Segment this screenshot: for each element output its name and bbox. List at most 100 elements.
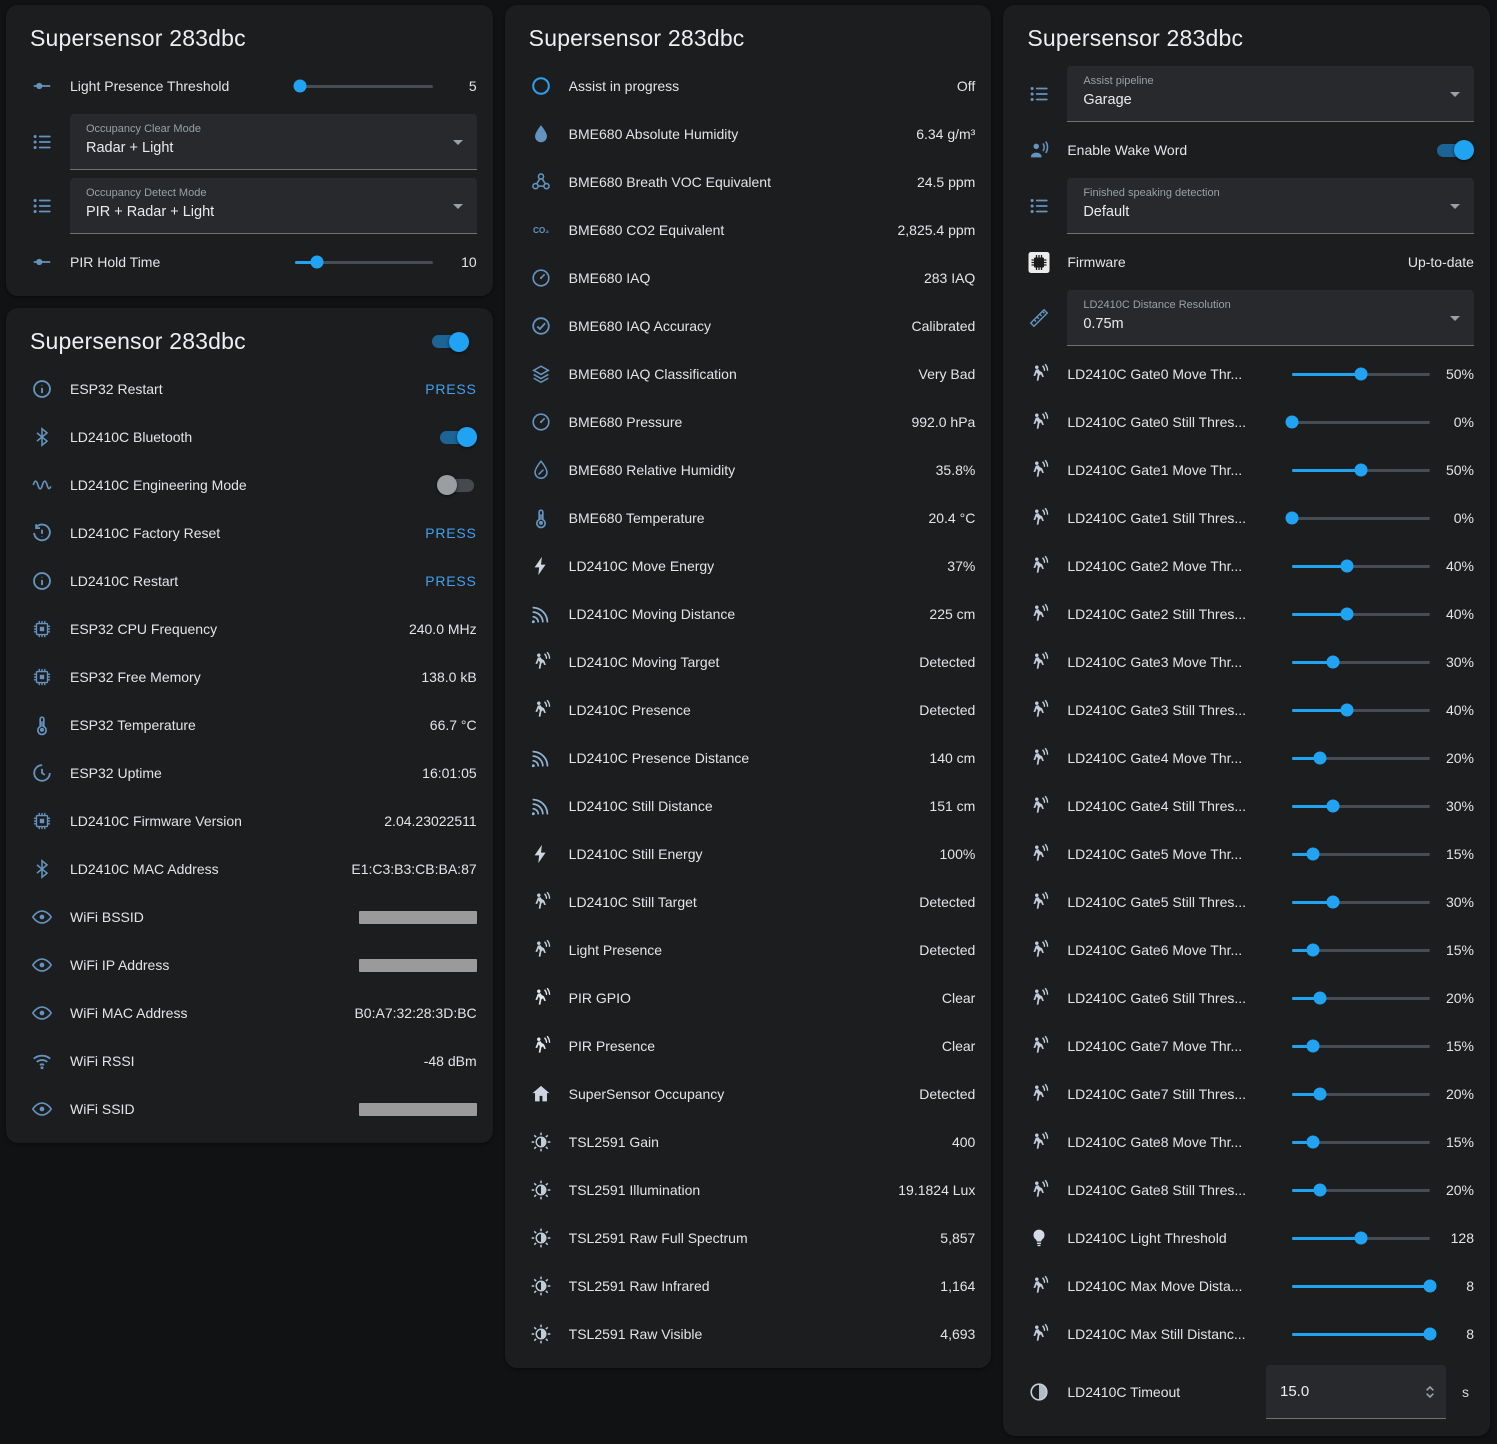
sensor-row[interactable]: ESP32 Uptime16:01:05: [22, 749, 477, 797]
sensor-row[interactable]: ESP32 Free Memory138.0 kB: [22, 653, 477, 701]
select-field[interactable]: Occupancy Clear ModeRadar + Light: [70, 114, 477, 170]
toggle-switch[interactable]: [437, 474, 477, 496]
slider-knob[interactable]: [1306, 1040, 1319, 1053]
sensor-row[interactable]: LD2410C Presence Distance140 cm: [521, 734, 976, 782]
slider[interactable]: [1292, 1175, 1430, 1205]
sensor-row[interactable]: Light PresenceDetected: [521, 926, 976, 974]
slider-knob[interactable]: [1313, 1088, 1326, 1101]
sensor-row[interactable]: TSL2591 Illumination19.1824 Lux: [521, 1166, 976, 1214]
slider-knob[interactable]: [1423, 1280, 1436, 1293]
slider-knob[interactable]: [294, 80, 307, 93]
sensor-row[interactable]: TSL2591 Raw Infrared1,164: [521, 1262, 976, 1310]
select-field[interactable]: Occupancy Detect ModePIR + Radar + Light: [70, 178, 477, 234]
slider[interactable]: [1292, 1223, 1430, 1253]
slider-knob[interactable]: [1341, 608, 1354, 621]
slider[interactable]: [1292, 935, 1430, 965]
slider[interactable]: [1292, 455, 1430, 485]
slider[interactable]: [1292, 407, 1430, 437]
sensor-row[interactable]: LD2410C PresenceDetected: [521, 686, 976, 734]
sensor-row[interactable]: WiFi RSSI-48 dBm: [22, 1037, 477, 1085]
slider[interactable]: [1292, 1319, 1430, 1349]
slider-knob[interactable]: [1306, 848, 1319, 861]
press-button[interactable]: PRESS: [425, 525, 476, 541]
select-field[interactable]: LD2410C Distance Resolution0.75m: [1067, 290, 1474, 346]
card-header-toggle[interactable]: [429, 331, 469, 353]
sensor-row[interactable]: BME680 Relative Humidity35.8%: [521, 446, 976, 494]
sensor-row[interactable]: BME680 Temperature20.4 °C: [521, 494, 976, 542]
sensor-row[interactable]: WiFi IP Address: [22, 941, 477, 989]
sensor-row[interactable]: PIR GPIOClear: [521, 974, 976, 1022]
sensor-row[interactable]: BME680 Breath VOC Equivalent24.5 ppm: [521, 158, 976, 206]
slider[interactable]: [1292, 551, 1430, 581]
slider-knob[interactable]: [1327, 656, 1340, 669]
sensor-row[interactable]: LD2410C Still TargetDetected: [521, 878, 976, 926]
sensor-row[interactable]: WiFi SSID: [22, 1085, 477, 1133]
slider[interactable]: [1292, 839, 1430, 869]
press-button[interactable]: PRESS: [425, 573, 476, 589]
sensor-row[interactable]: BME680 IAQ AccuracyCalibrated: [521, 302, 976, 350]
number-input[interactable]: 15.0: [1266, 1365, 1446, 1419]
toggle-switch[interactable]: [437, 426, 477, 448]
slider-knob[interactable]: [1341, 704, 1354, 717]
stepper-icon[interactable]: [1420, 1382, 1440, 1402]
slider[interactable]: [1292, 1079, 1430, 1109]
sensor-row[interactable]: BME680 IAQ ClassificationVery Bad: [521, 350, 976, 398]
sensor-row[interactable]: BME680 IAQ283 IAQ: [521, 254, 976, 302]
slider[interactable]: [1292, 647, 1430, 677]
slider[interactable]: [1292, 1127, 1430, 1157]
slider-knob[interactable]: [1313, 752, 1326, 765]
slider-knob[interactable]: [1354, 368, 1367, 381]
slider[interactable]: [1292, 887, 1430, 917]
slider-knob[interactable]: [1327, 896, 1340, 909]
sensor-row[interactable]: WiFi BSSID: [22, 893, 477, 941]
slider-knob[interactable]: [1306, 944, 1319, 957]
select-field[interactable]: Assist pipelineGarage: [1067, 66, 1474, 122]
sensor-row[interactable]: TSL2591 Gain400: [521, 1118, 976, 1166]
toggle-switch[interactable]: [1434, 139, 1474, 161]
slider[interactable]: [1292, 743, 1430, 773]
slider[interactable]: [1292, 1271, 1430, 1301]
slider[interactable]: [1292, 503, 1430, 533]
sensor-row[interactable]: LD2410C Moving TargetDetected: [521, 638, 976, 686]
sensor-row[interactable]: WiFi MAC AddressB0:A7:32:28:3D:BC: [22, 989, 477, 1037]
sensor-row[interactable]: LD2410C Still Energy100%: [521, 830, 976, 878]
sensor-row[interactable]: PIR PresenceClear: [521, 1022, 976, 1070]
sensor-row[interactable]: TSL2591 Raw Visible4,693: [521, 1310, 976, 1358]
select-field[interactable]: Finished speaking detectionDefault: [1067, 178, 1474, 234]
flash-icon: [529, 554, 553, 578]
press-button[interactable]: PRESS: [425, 381, 476, 397]
sensor-row[interactable]: LD2410C Still Distance151 cm: [521, 782, 976, 830]
sensor-row[interactable]: CO₂BME680 CO2 Equivalent2,825.4 ppm: [521, 206, 976, 254]
slider[interactable]: [1292, 359, 1430, 389]
sensor-row[interactable]: LD2410C Moving Distance225 cm: [521, 590, 976, 638]
sensor-row[interactable]: FirmwareUp-to-date: [1019, 238, 1474, 286]
slider[interactable]: [295, 71, 433, 101]
sensor-row[interactable]: ESP32 CPU Frequency240.0 MHz: [22, 605, 477, 653]
sensor-row[interactable]: ESP32 Temperature66.7 °C: [22, 701, 477, 749]
slider-knob[interactable]: [1285, 512, 1298, 525]
slider-knob[interactable]: [1285, 416, 1298, 429]
slider[interactable]: [295, 247, 433, 277]
sensor-row[interactable]: BME680 Pressure992.0 hPa: [521, 398, 976, 446]
slider[interactable]: [1292, 1031, 1430, 1061]
sensor-row[interactable]: LD2410C Firmware Version2.04.23022511: [22, 797, 477, 845]
sensor-row[interactable]: SuperSensor OccupancyDetected: [521, 1070, 976, 1118]
slider[interactable]: [1292, 791, 1430, 821]
slider-knob[interactable]: [1327, 800, 1340, 813]
sensor-row[interactable]: Assist in progressOff: [521, 62, 976, 110]
slider-knob[interactable]: [1313, 1184, 1326, 1197]
slider-knob[interactable]: [310, 256, 323, 269]
sensor-row[interactable]: LD2410C MAC AddressE1:C3:B3:CB:BA:87: [22, 845, 477, 893]
slider-knob[interactable]: [1354, 464, 1367, 477]
slider[interactable]: [1292, 599, 1430, 629]
slider-knob[interactable]: [1313, 992, 1326, 1005]
slider[interactable]: [1292, 695, 1430, 725]
slider-knob[interactable]: [1341, 560, 1354, 573]
slider[interactable]: [1292, 983, 1430, 1013]
sensor-row[interactable]: LD2410C Move Energy37%: [521, 542, 976, 590]
slider-knob[interactable]: [1306, 1136, 1319, 1149]
slider-knob[interactable]: [1354, 1232, 1367, 1245]
slider-knob[interactable]: [1423, 1328, 1436, 1341]
sensor-row[interactable]: TSL2591 Raw Full Spectrum5,857: [521, 1214, 976, 1262]
sensor-row[interactable]: BME680 Absolute Humidity6.34 g/m³: [521, 110, 976, 158]
